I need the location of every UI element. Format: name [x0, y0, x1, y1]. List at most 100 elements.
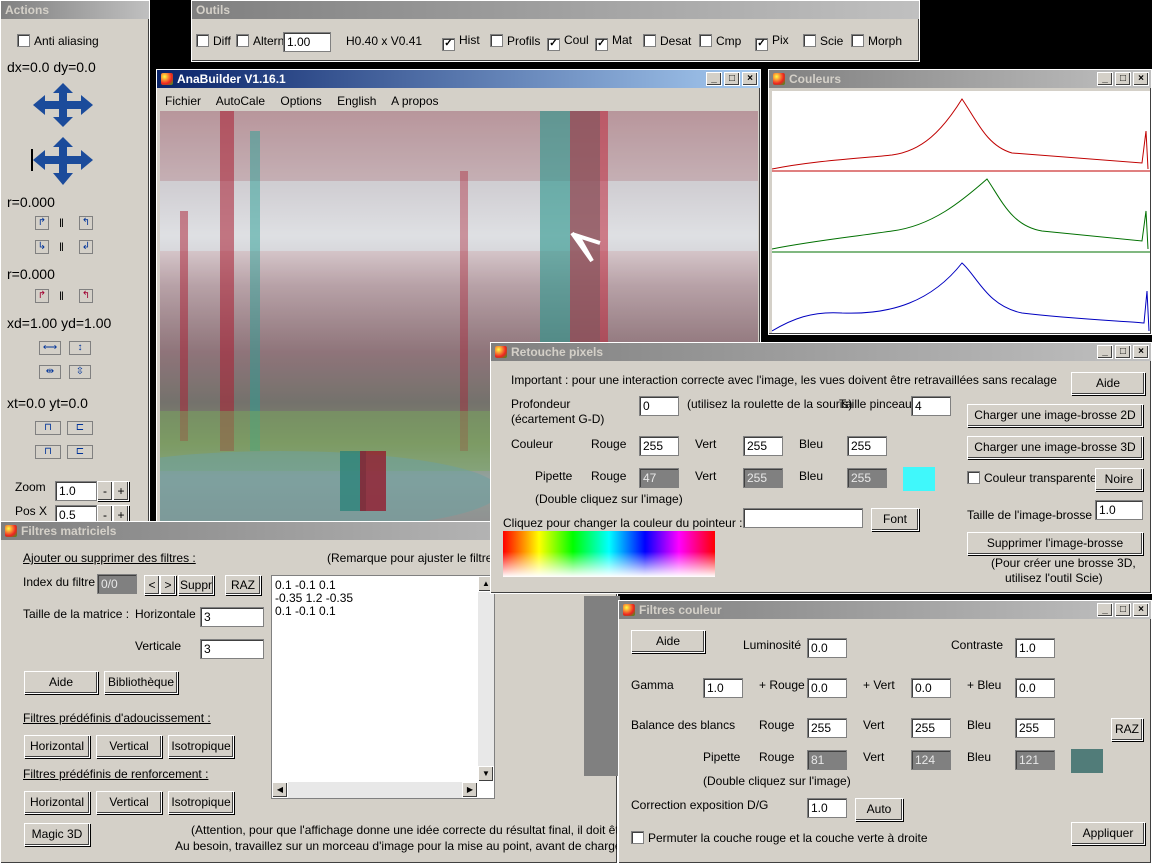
couleurs-close-icon[interactable]: × — [1133, 72, 1149, 86]
renf-horizontal-button[interactable]: Horizontal — [24, 791, 90, 814]
couleur-transparente-checkbox[interactable]: Couleur transparente — [967, 471, 1097, 485]
font-button[interactable]: Font — [871, 508, 919, 531]
pix-box[interactable]: ✓ — [755, 38, 768, 51]
hist-box[interactable]: ✓ — [442, 38, 455, 51]
balance-bleu-input[interactable]: 255 — [1015, 718, 1055, 738]
matrix-vscroll[interactable]: ▲ ▼ — [478, 576, 494, 782]
raz-couleur-button[interactable]: RAZ — [1111, 718, 1143, 741]
taille-brosse-input[interactable]: 1.0 — [1095, 500, 1143, 520]
auto-button[interactable]: Auto — [855, 798, 903, 821]
scie-checkbox[interactable]: Scie — [803, 34, 843, 48]
plus-vert-input[interactable]: 0.0 — [911, 678, 951, 698]
altern-box[interactable] — [236, 34, 249, 47]
maximize-icon[interactable]: □ — [724, 72, 740, 86]
plus-bleu-input[interactable]: 0.0 — [1015, 678, 1055, 698]
desat-checkbox[interactable]: Desat — [643, 34, 691, 48]
scale-arrows-pad[interactable] — [31, 135, 95, 187]
cmp-checkbox[interactable]: Cmp — [699, 34, 741, 48]
contraste-input[interactable]: 1.0 — [1015, 638, 1055, 658]
profils-checkbox[interactable]: Profils — [490, 34, 540, 48]
aide-retouche-button[interactable]: Aide — [1071, 372, 1145, 395]
menu-options[interactable]: Options — [280, 94, 321, 108]
rotate-cw-bottom-icon[interactable]: ↲ — [79, 240, 93, 254]
shrink-horizontal-icon[interactable]: ⇹ — [39, 365, 61, 379]
plus-rouge-input[interactable]: 0.0 — [807, 678, 847, 698]
taille-pinceau-input[interactable]: 4 — [911, 396, 951, 416]
menu-autocale[interactable]: AutoCale — [216, 94, 265, 108]
rotate-red-left-icon[interactable]: ↱ — [35, 289, 49, 303]
filtres-coul-minimize-icon[interactable]: _ — [1097, 603, 1113, 617]
stretch-vertical-icon[interactable]: ↕ — [69, 341, 91, 355]
couleur-rouge-input[interactable]: 255 — [639, 436, 679, 456]
appliquer-button[interactable]: Appliquer — [1071, 822, 1145, 845]
prev-filter-button[interactable]: < — [144, 575, 160, 595]
couleur-bleu-input[interactable]: 255 — [847, 436, 887, 456]
trapezoid-2-icon[interactable]: ⊏ — [67, 421, 93, 435]
zoom-minus-button[interactable]: - — [97, 481, 113, 501]
balance-vert-input[interactable]: 255 — [911, 718, 951, 738]
renf-vertical-button[interactable]: Vertical — [96, 791, 162, 814]
pix-checkbox[interactable]: ✓ Pix — [755, 34, 789, 51]
scroll-down-icon[interactable]: ▼ — [478, 766, 494, 782]
cmp-box[interactable] — [699, 34, 712, 47]
scroll-left-icon[interactable]: ◀ — [272, 782, 288, 798]
aide-couleur-button[interactable]: Aide — [631, 630, 705, 653]
supprimer-brosse-button[interactable]: Supprimer l'image-brosse — [967, 532, 1143, 555]
desat-box[interactable] — [643, 34, 656, 47]
couleurs-minimize-icon[interactable]: _ — [1097, 72, 1113, 86]
aide-matrix-button[interactable]: Aide — [24, 671, 98, 694]
raz-matrix-button[interactable]: RAZ — [225, 575, 261, 595]
profils-box[interactable] — [490, 34, 503, 47]
stretch-horizontal-icon[interactable]: ⟷ — [39, 341, 61, 355]
minimize-icon[interactable]: _ — [706, 72, 722, 86]
retouche-maximize-icon[interactable]: □ — [1115, 345, 1131, 359]
suppr-button[interactable]: Suppr — [178, 575, 214, 595]
couleurs-maximize-icon[interactable]: □ — [1115, 72, 1131, 86]
color-picker-spectrum[interactable] — [503, 531, 715, 577]
permuter-box[interactable] — [631, 831, 644, 844]
font-sample-input[interactable] — [743, 508, 863, 528]
shrink-vertical-icon[interactable]: ⇳ — [69, 365, 91, 379]
matrix-hscroll[interactable]: ◀ ▶ — [272, 782, 478, 798]
trapezoid-3-icon[interactable]: ⊓ — [35, 445, 61, 459]
altern-input[interactable]: 1.00 — [283, 32, 331, 52]
verticale-input[interactable]: 3 — [200, 639, 264, 659]
zoom-input[interactable]: 1.0 — [55, 481, 97, 501]
altern-checkbox[interactable]: Altern — [236, 34, 284, 48]
noire-button[interactable]: Noire — [1095, 468, 1143, 491]
coul-checkbox[interactable]: ✓ Coul — [547, 34, 589, 51]
permuter-checkbox[interactable]: Permuter la couche rouge et la couche ve… — [631, 831, 928, 845]
adouc-vertical-button[interactable]: Vertical — [96, 735, 162, 758]
balance-rouge-input[interactable]: 255 — [807, 718, 847, 738]
close-icon[interactable]: × — [742, 72, 758, 86]
couleur-transparente-box[interactable] — [967, 471, 980, 484]
anti-aliasing-box[interactable] — [17, 34, 30, 47]
matrix-textarea[interactable]: 0.1 -0.1 0.1 -0.35 1.2 -0.35 0.1 -0.1 0.… — [271, 575, 495, 799]
scroll-right-icon[interactable]: ▶ — [462, 782, 478, 798]
magic3d-button[interactable]: Magic 3D — [24, 823, 90, 846]
gamma-input[interactable]: 1.0 — [703, 678, 743, 698]
filtres-coul-maximize-icon[interactable]: □ — [1115, 603, 1131, 617]
anti-aliasing-checkbox[interactable]: Anti aliasing — [17, 34, 99, 48]
adouc-isotropique-button[interactable]: Isotropique — [168, 735, 234, 758]
retouche-close-icon[interactable]: × — [1133, 345, 1149, 359]
trapezoid-1-icon[interactable]: ⊓ — [35, 421, 61, 435]
zoom-plus-button[interactable]: + — [113, 481, 129, 501]
correction-input[interactable]: 1.0 — [807, 798, 847, 818]
luminosite-input[interactable]: 0.0 — [807, 638, 847, 658]
rotate-red-right-icon[interactable]: ↰ — [79, 289, 93, 303]
rotate-ccw-bottom-icon[interactable]: ↳ — [35, 240, 49, 254]
translate-arrows-pad[interactable] — [31, 81, 95, 129]
mat-box[interactable]: ✓ — [595, 38, 608, 51]
morph-checkbox[interactable]: Morph — [851, 34, 902, 48]
bibliotheque-button[interactable]: Bibliothèque — [104, 671, 178, 694]
menu-apropos[interactable]: A propos — [391, 94, 438, 108]
next-filter-button[interactable]: > — [160, 575, 176, 595]
menu-english[interactable]: English — [337, 94, 376, 108]
menu-fichier[interactable]: Fichier — [165, 94, 201, 108]
horizontale-input[interactable]: 3 — [200, 607, 264, 627]
couleur-vert-input[interactable]: 255 — [743, 436, 783, 456]
diff-box[interactable] — [196, 34, 209, 47]
charger-2d-button[interactable]: Charger une image-brosse 2D — [967, 404, 1143, 427]
coul-box[interactable]: ✓ — [547, 38, 560, 51]
